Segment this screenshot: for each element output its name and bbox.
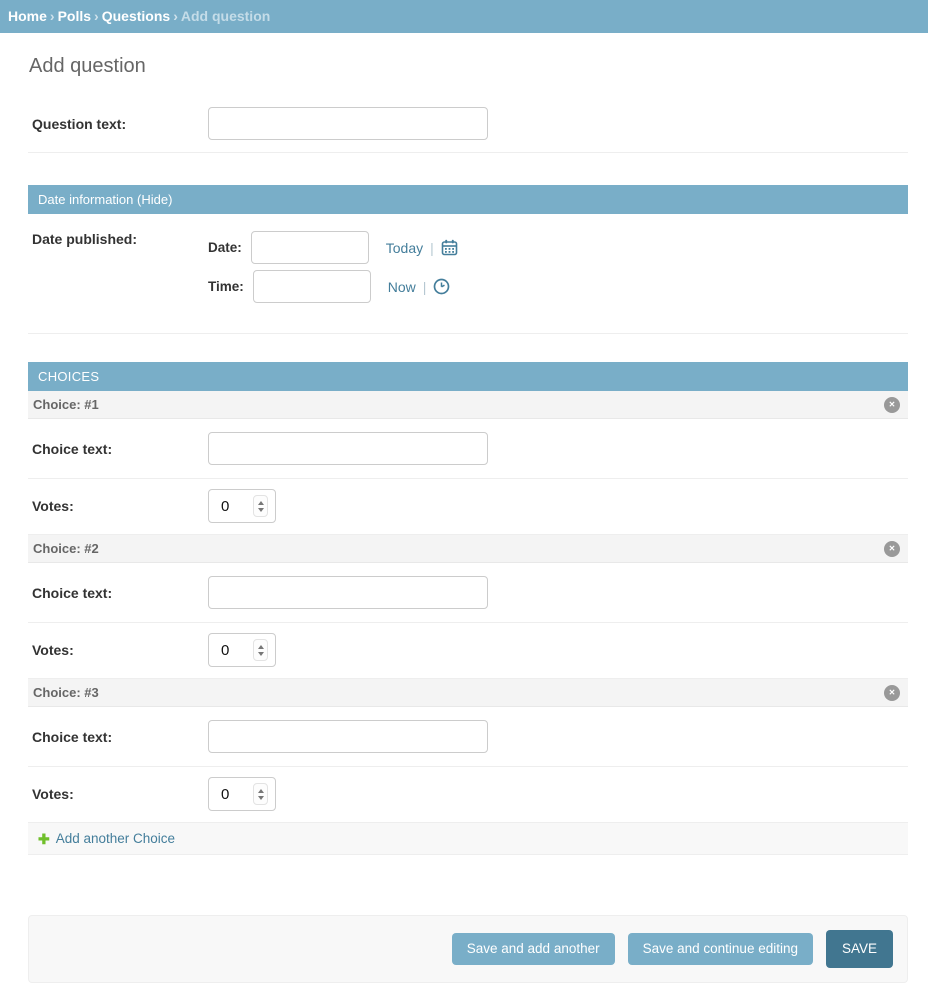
question-text-row: Question text: — [28, 97, 908, 153]
date-information-hide-toggle[interactable]: (Hide) — [137, 192, 172, 207]
save-button[interactable]: SAVE — [826, 930, 893, 968]
delete-choice-3-icon[interactable]: ✕ — [884, 685, 900, 701]
choice-2-votes-box — [208, 633, 276, 667]
choices-module: CHOICES Choice: #1 ✕ Choice text: Votes: — [28, 362, 908, 855]
votes-label: Votes: — [32, 498, 208, 514]
plus-icon: ✚ — [38, 832, 50, 846]
spinner-down-icon[interactable] — [258, 652, 264, 656]
question-text-label: Question text: — [32, 116, 208, 132]
date-input[interactable] — [251, 231, 369, 264]
time-label: Time: — [208, 279, 244, 294]
delete-choice-1-icon[interactable]: ✕ — [884, 397, 900, 413]
choice-text-label: Choice text: — [32, 729, 208, 745]
choice-inline-block: Choice: #3 ✕ Choice text: Votes: — [28, 679, 908, 823]
choice-1-text-input[interactable] — [208, 432, 488, 465]
today-link[interactable]: Today — [386, 240, 423, 256]
date-shortcuts: Today | — [386, 239, 458, 256]
breadcrumb-separator: › — [47, 8, 58, 24]
add-choice-row: ✚ Add another Choice — [28, 823, 908, 855]
number-spinner[interactable] — [253, 783, 268, 805]
number-spinner[interactable] — [253, 639, 268, 661]
date-sub-row: Date: Today | — [208, 231, 458, 264]
submit-row: Save and add another Save and continue e… — [28, 915, 908, 983]
choice-3-title: Choice: #3 — [33, 685, 99, 700]
content-area: Add question Question text: Date informa… — [28, 55, 908, 983]
save-and-continue-editing-button[interactable]: Save and continue editing — [628, 933, 813, 965]
breadcrumb-separator: › — [170, 8, 181, 24]
breadcrumb-questions-link[interactable]: Questions — [102, 8, 170, 24]
time-shortcuts: Now | — [388, 278, 451, 295]
breadcrumb-home-link[interactable]: Home — [8, 8, 47, 24]
spinner-down-icon[interactable] — [258, 508, 264, 512]
votes-label: Votes: — [32, 642, 208, 658]
choice-2-title: Choice: #2 — [33, 541, 99, 556]
date-label: Date: — [208, 240, 242, 255]
datetime-widget: Date: Today | — [208, 231, 458, 309]
choice-2-header: Choice: #2 ✕ — [28, 535, 908, 563]
time-input[interactable] — [253, 270, 371, 303]
number-spinner[interactable] — [253, 495, 268, 517]
date-information-title: Date information — [38, 192, 133, 207]
spinner-up-icon[interactable] — [258, 501, 264, 505]
choice-inline-block: Choice: #1 ✕ Choice text: Votes: — [28, 391, 908, 535]
save-and-add-another-button[interactable]: Save and add another — [452, 933, 615, 965]
breadcrumb-polls-link[interactable]: Polls — [58, 8, 91, 24]
spinner-up-icon[interactable] — [258, 789, 264, 793]
choice-2-votes-row: Votes: — [28, 623, 908, 679]
choice-3-text-row: Choice text: — [28, 707, 908, 767]
choice-3-text-input[interactable] — [208, 720, 488, 753]
choice-3-header: Choice: #3 ✕ — [28, 679, 908, 707]
votes-label: Votes: — [32, 786, 208, 802]
choices-header: CHOICES — [28, 362, 908, 391]
breadcrumb-separator: › — [91, 8, 102, 24]
shortcut-separator: | — [430, 240, 434, 256]
choice-2-votes-input[interactable] — [209, 642, 239, 659]
delete-choice-2-icon[interactable]: ✕ — [884, 541, 900, 557]
question-text-input[interactable] — [208, 107, 488, 140]
choice-1-title: Choice: #1 — [33, 397, 99, 412]
clock-icon[interactable] — [433, 278, 450, 295]
choice-text-label: Choice text: — [32, 441, 208, 457]
date-information-module: Date information (Hide) Date published: … — [28, 185, 908, 334]
choice-3-votes-input[interactable] — [209, 786, 239, 803]
choice-3-votes-row: Votes: — [28, 767, 908, 823]
breadcrumb: Home›Polls›Questions›Add question — [0, 0, 928, 33]
choice-text-label: Choice text: — [32, 585, 208, 601]
calendar-icon[interactable] — [441, 239, 458, 256]
choice-1-text-row: Choice text: — [28, 419, 908, 479]
spinner-up-icon[interactable] — [258, 645, 264, 649]
breadcrumb-current: Add question — [181, 8, 270, 24]
date-published-label: Date published: — [32, 231, 208, 247]
question-module: Question text: — [28, 97, 908, 153]
choice-3-votes-box — [208, 777, 276, 811]
time-sub-row: Time: Now | — [208, 270, 458, 303]
spinner-down-icon[interactable] — [258, 796, 264, 800]
page-title: Add question — [29, 55, 908, 78]
choice-1-votes-row: Votes: — [28, 479, 908, 535]
choice-2-text-input[interactable] — [208, 576, 488, 609]
shortcut-separator: | — [423, 279, 427, 295]
choice-inline-block: Choice: #2 ✕ Choice text: Votes: — [28, 535, 908, 679]
date-information-header: Date information (Hide) — [28, 185, 908, 214]
choice-1-header: Choice: #1 ✕ — [28, 391, 908, 419]
date-published-row: Date published: Date: Today | — [28, 214, 908, 334]
choice-1-votes-input[interactable] — [209, 498, 239, 515]
now-link[interactable]: Now — [388, 279, 416, 295]
choice-1-votes-box — [208, 489, 276, 523]
choice-2-text-row: Choice text: — [28, 563, 908, 623]
add-another-choice-link[interactable]: Add another Choice — [56, 831, 175, 846]
